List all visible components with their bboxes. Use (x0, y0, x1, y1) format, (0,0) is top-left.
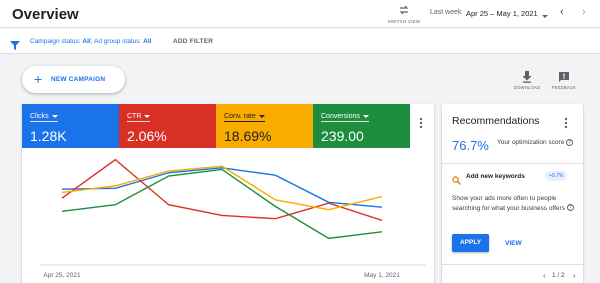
series-line-conversions (61, 168, 383, 240)
metric-conv-rate[interactable]: Conv. rate 18.69% (216, 104, 313, 148)
switch-view-button[interactable]: SWITCH VIEW (384, 4, 424, 24)
download-button[interactable]: DOWNLOAD (510, 70, 544, 90)
active-filters[interactable]: Campaign status: All; Ad group status: A… (30, 38, 151, 45)
more-options-icon[interactable] (563, 116, 569, 130)
search-icon (452, 172, 461, 185)
optimization-score-text: Your optimization score (497, 139, 565, 146)
metric-value: 2.06% (127, 128, 167, 144)
x-tick-label-end: May 1, 2021 (364, 272, 400, 279)
help-icon[interactable]: ? (566, 138, 574, 146)
swap-icon (384, 4, 424, 18)
metric-name: CTR (127, 113, 151, 122)
optimization-score-label: Your optimization score ? (497, 138, 577, 147)
ad-group-status-label: Ad group status: (93, 38, 142, 45)
performance-line-chart: Apr 25, 2021 May 1, 2021 (40, 158, 426, 279)
feedback-icon (547, 70, 581, 82)
metric-name: Clicks (30, 113, 58, 122)
recommendation-description: Show your ads more often to people searc… (452, 194, 577, 213)
add-filter-button[interactable]: ADD FILTER (173, 38, 213, 45)
series-line-ctr (61, 158, 383, 221)
page-indicator: 1 / 2 (552, 272, 565, 279)
recommendation-title: Add new keywords (466, 173, 525, 180)
metric-name: Conversions (321, 113, 369, 122)
new-campaign-label: NEW CAMPAIGN (51, 76, 106, 83)
metric-ctr[interactable]: CTR 2.06% (119, 104, 216, 148)
filter-icon[interactable] (10, 37, 20, 50)
metric-value: 18.69% (224, 128, 272, 144)
campaign-status-label: Campaign status: (30, 38, 81, 45)
recommendations-card: Recommendations 76.7% Your optimization … (442, 104, 583, 283)
series-line-clicks (61, 167, 383, 208)
download-icon (510, 70, 544, 83)
date-range-value[interactable]: Apr 25 – May 1, 2021 (466, 9, 538, 18)
recommendations-title: Recommendations (452, 115, 540, 127)
switch-view-label: SWITCH VIEW (387, 19, 421, 24)
divider (442, 163, 583, 164)
campaign-status-value: All (82, 38, 91, 45)
chevron-left-icon[interactable]: ‹ (543, 271, 546, 280)
download-label: DOWNLOAD (513, 85, 541, 90)
metric-clicks[interactable]: Clicks 1.28K (22, 104, 119, 148)
overview-header: Overview SWITCH VIEW Last week Apr 25 – … (0, 0, 600, 28)
metric-name: Conv. rate (224, 113, 265, 122)
more-options-icon[interactable] (418, 116, 424, 130)
metric-conversions[interactable]: Conversions 239.00 (313, 104, 410, 148)
recommendation-description-text: Show your ads more often to people searc… (452, 195, 565, 212)
ad-group-status-value: All (143, 38, 152, 45)
previous-period-icon[interactable]: ‹ (560, 6, 564, 18)
score-lift-badge: +9.7% (545, 171, 568, 181)
recommendations-pager: ‹ 1 / 2 › (442, 264, 583, 283)
apply-button[interactable]: APPLY (452, 234, 489, 252)
performance-chart-card: Clicks 1.28K CTR 2.06% Conv. rate 18.69%… (22, 104, 434, 283)
chevron-right-icon[interactable]: › (573, 271, 576, 280)
filter-bar: Campaign status: All; Ad group status: A… (0, 29, 600, 54)
x-tick-label-start: Apr 25, 2021 (43, 272, 81, 279)
help-icon[interactable]: ? (566, 204, 574, 212)
metric-value: 1.28K (30, 128, 67, 144)
feedback-label: FEEDBACK (551, 85, 577, 90)
new-campaign-button[interactable]: + NEW CAMPAIGN (22, 66, 125, 93)
page-title: Overview (12, 6, 79, 23)
metric-value: 239.00 (321, 128, 364, 144)
next-period-icon[interactable]: › (582, 6, 586, 18)
plus-icon: + (34, 71, 43, 87)
optimization-score[interactable]: 76.7% (452, 138, 489, 153)
feedback-button[interactable]: FEEDBACK (547, 70, 581, 90)
date-range-dropdown-icon[interactable] (540, 8, 550, 18)
view-button[interactable]: VIEW (505, 240, 522, 247)
date-range-label: Last week (430, 9, 462, 16)
